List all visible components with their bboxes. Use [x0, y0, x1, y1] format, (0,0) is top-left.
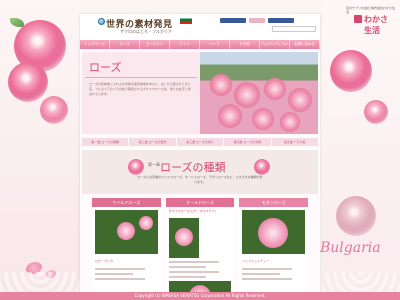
- rose-decoration: [40, 96, 68, 124]
- rose-icon: [254, 159, 270, 175]
- search-input[interactable]: [272, 26, 316, 32]
- bulgaria-script: Bulgaria: [320, 240, 381, 256]
- column-caption: ハイブリッドティー: [242, 259, 270, 263]
- brand-tagline: 目のサプリの会社 株式会社わかさ生活: [346, 6, 395, 14]
- rose-decoration: [336, 196, 376, 236]
- site-logo-subtitle: ザクロのはしろ・ブルガリア: [120, 29, 172, 34]
- tab-chapter-3[interactable]: 第三章 ローズの香り: [176, 138, 224, 146]
- facebook-share-button[interactable]: [220, 18, 246, 23]
- section-title: ローズの種類: [160, 161, 226, 174]
- hero-section: ローズ ローズの原産地とされる北半球の温帯地域を中心に、古くから愛されてきた花。…: [82, 52, 318, 134]
- brand-name: わかさ生活: [364, 15, 388, 35]
- hero-rose-photo: [200, 52, 318, 134]
- header-links: [220, 18, 294, 23]
- rose-decoration: [364, 100, 388, 124]
- chapter-tabs: 第一章 ローズの種類 第二章 ローズの歴史 第三章 ローズの香り 第四章 ローズ…: [82, 138, 319, 146]
- tab-chapter-4[interactable]: 第四章 ローズの効能: [224, 138, 271, 146]
- hero-body: ローズの原産地とされる北半球の温帯地域を中心に、古くから愛されてきた花。ブルガリ…: [89, 82, 191, 96]
- bulgaria-flag-icon: [180, 16, 192, 24]
- nav-item-wine[interactable]: ワイン: [170, 40, 200, 49]
- globe-icon: [98, 18, 105, 25]
- nav-item-other[interactable]: その他: [230, 40, 260, 49]
- column-modern-rose: モダンローズ ハイブリッドティー: [239, 198, 309, 300]
- nav-item-about[interactable]: ブルガリアについて: [260, 40, 290, 55]
- rose-type-columns: ワイルドローズ ロサ・ガリカ オールドローズ ダマスクローズ(ロサ・ダマスケナ)…: [92, 198, 309, 300]
- column-text: [166, 261, 235, 278]
- footer-copyright: Copyright (c) WAKASA SEIKATSU Corporatio…: [0, 292, 400, 300]
- modern-rose-photo: [242, 210, 306, 254]
- wild-rose-photo: [95, 210, 158, 254]
- nav-item-contact[interactable]: お問い合わせ: [290, 40, 320, 49]
- tab-chapter-2[interactable]: 第二章 ローズの歴史: [129, 138, 176, 146]
- tab-chapter-1[interactable]: 第一章 ローズの種類: [82, 138, 129, 146]
- column-text: [92, 268, 161, 280]
- rose-icon: [128, 159, 144, 175]
- column-wild-rose: ワイルドローズ ロサ・ガリカ: [92, 198, 161, 300]
- section-number: 第一章: [148, 162, 160, 167]
- rose-decoration: [330, 50, 372, 92]
- hero-text-panel: ローズ ローズの原産地とされる北半球の温帯地域を中心に、古くから愛されてきた花。…: [82, 52, 200, 134]
- column-caption: ダマスクローズ(ロサ・ダマスケナ): [168, 209, 216, 213]
- site-header: 世界の素材発見 ザクロのはしろ・ブルガリア: [80, 14, 320, 40]
- column-title: モダンローズ: [239, 198, 309, 207]
- global-nav: トップページ ローズ ヨーグルト ワイン ハーブ その他 ブルガリアについて お…: [80, 40, 320, 55]
- column-text: [239, 268, 308, 280]
- brand-mark-icon: [354, 15, 362, 23]
- column-title: ワイルドローズ: [92, 198, 161, 207]
- share-button[interactable]: [249, 18, 265, 23]
- nav-item-herb[interactable]: ハーブ: [200, 40, 230, 49]
- section-intro: 第一章 ローズの種類 ローズには原種のワイルドローズ、オールドローズ、モダンロー…: [82, 150, 318, 194]
- old-rose-photo: [168, 218, 199, 258]
- brand-logo[interactable]: 目のサプリの会社 株式会社わかさ生活 わかさ生活: [324, 3, 395, 35]
- column-caption: ロサ・ガリカ: [95, 259, 114, 263]
- nav-item-home[interactable]: トップページ: [80, 40, 110, 49]
- column-title: オールドローズ: [165, 198, 235, 207]
- hero-title: ローズ: [85, 55, 197, 78]
- tab-chapter-5[interactable]: 第五章 バラの谷: [271, 138, 319, 146]
- nav-item-rose[interactable]: ローズ: [110, 40, 140, 49]
- rose-decoration: [8, 62, 48, 102]
- main-page: 世界の素材発見 ザクロのはしろ・ブルガリア トップページ ローズ ヨーグルト ワ…: [80, 14, 320, 300]
- column-old-rose: オールドローズ ダマスクローズ(ロサ・ダマスケナ): [165, 198, 235, 300]
- section-body: ローズには原種のワイルドローズ、オールドローズ、モダンローズなど、さまざまな種類…: [137, 175, 263, 184]
- left-decoration: [0, 0, 80, 300]
- twitter-share-button[interactable]: [268, 18, 294, 23]
- nav-item-yogurt[interactable]: ヨーグルト: [140, 40, 170, 49]
